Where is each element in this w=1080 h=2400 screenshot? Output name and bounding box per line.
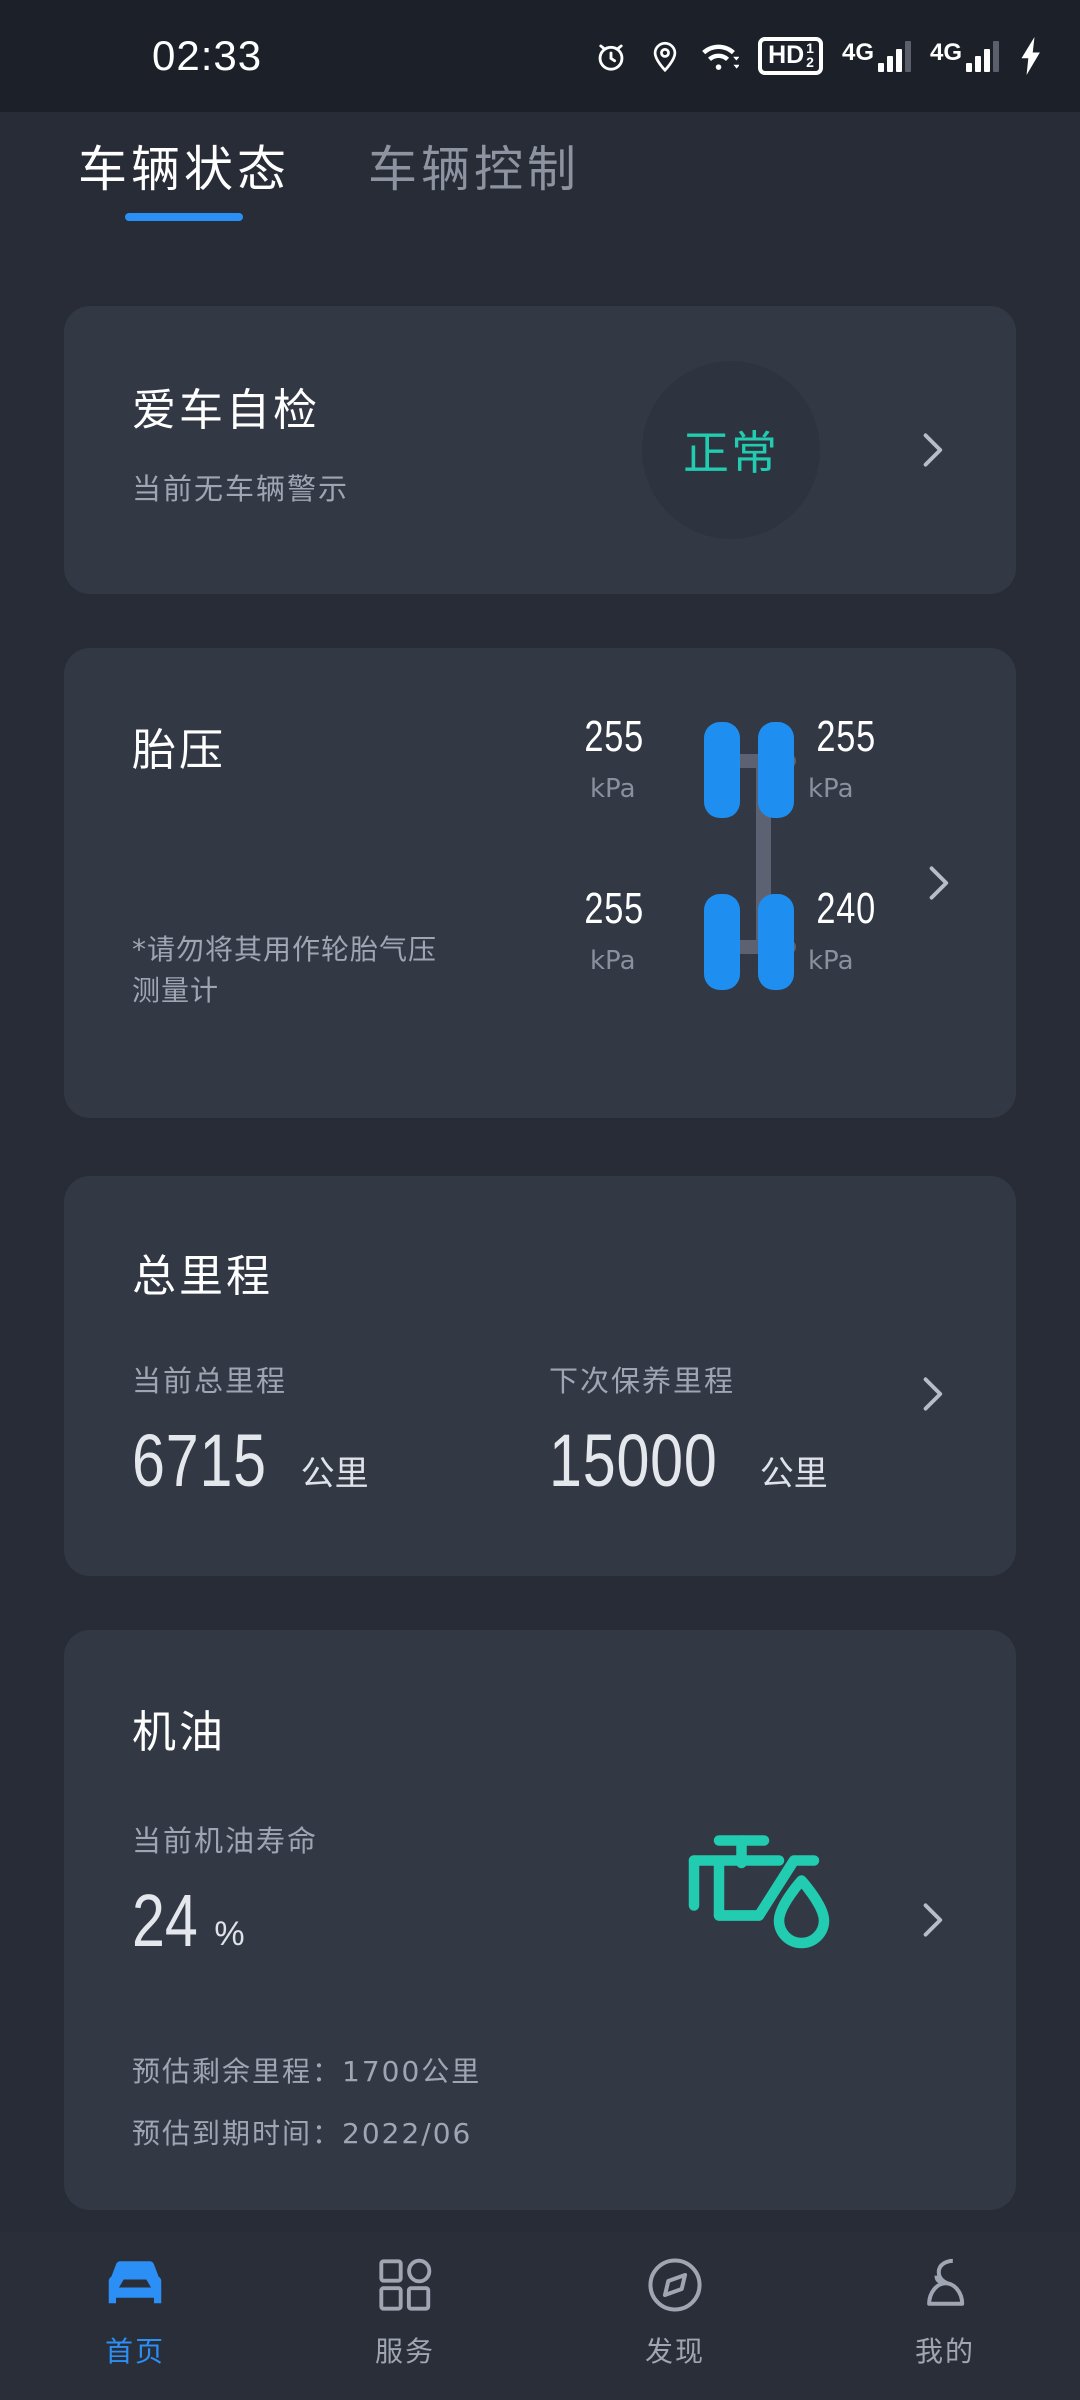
mileage-next-service-value: 15000 (549, 1419, 718, 1502)
mileage-title: 总里程 (132, 1251, 273, 1302)
mileage-next-service-block: 下次保养里程 15000 公里 (549, 1358, 828, 1502)
signal-4g-icon-1: 4G (842, 40, 911, 72)
status-bar: 02:33 HD 1 2 4G 4G (0, 0, 1080, 112)
nav-item-home[interactable]: 首页 (0, 2254, 270, 2370)
nav-item-profile[interactable]: 我的 (810, 2254, 1080, 2370)
compass-icon (646, 2254, 704, 2316)
oil-can-icon (684, 1818, 844, 1963)
mileage-current-value: 6715 (132, 1419, 267, 1502)
status-bar-icons: HD 1 2 4G 4G (593, 37, 1044, 75)
card-engine-oil[interactable]: 机油 当前机油寿命 24 % 预估剩余里程：1700公里 预估到期时间：2022… (64, 1630, 1016, 2210)
oil-chevron-right-icon[interactable] (910, 1898, 954, 1942)
mileage-chevron-right-icon[interactable] (910, 1372, 954, 1416)
mileage-next-service-unit: 公里 (759, 1453, 828, 1494)
card-self-check[interactable]: 爱车自检 当前无车辆警示 正常 (64, 306, 1016, 594)
oil-remaining-mileage: 预估剩余里程：1700公里 (132, 2055, 482, 2088)
card-total-mileage[interactable]: 总里程 当前总里程 6715 公里 下次保养里程 15000 公里 (64, 1176, 1016, 1576)
wifi-icon (701, 39, 740, 73)
tire-rear-right-value: 240 (816, 884, 877, 933)
tab-bar: 车辆状态 车辆控制 (0, 112, 1080, 224)
oil-title: 机油 (132, 1707, 226, 1758)
status-bar-clock: 02:33 (152, 32, 263, 79)
tab-active-underline (125, 212, 243, 221)
person-icon (918, 2254, 972, 2316)
tire-front-left-unit: kPa (590, 774, 636, 804)
tire-front-left (704, 722, 740, 818)
tire-rear-right (758, 894, 794, 990)
mileage-current-unit: 公里 (300, 1453, 369, 1494)
oil-life-value: 24 (132, 1879, 198, 1962)
oil-life-label: 当前机油寿命 (132, 1824, 319, 1858)
tire-pressure-note: *请勿将其用作轮胎气压测量计 (132, 933, 438, 1007)
card-tire-pressure[interactable]: 胎压 *请勿将其用作轮胎气压测量计 255 kPa 255 kPa 255 kP… (64, 648, 1016, 1118)
hd-volte-icon: HD 1 2 (758, 37, 823, 75)
tire-rear-left-value: 255 (584, 884, 645, 933)
status-badge-label: 正常 (683, 426, 779, 480)
tire-rear-left-unit: kPa (590, 946, 636, 976)
self-check-subtitle: 当前无车辆警示 (132, 472, 350, 506)
self-check-title: 爱车自检 (132, 385, 320, 436)
nav-item-discover[interactable]: 发现 (540, 2254, 810, 2370)
oil-life-value-row: 24 % (132, 1879, 245, 1962)
tire-rear-left (704, 894, 740, 990)
nav-item-service[interactable]: 服务 (270, 2254, 540, 2370)
nav-item-home-label: 首页 (104, 2335, 165, 2368)
nav-item-profile-label: 我的 (914, 2335, 975, 2368)
tire-pressure-chevron-right-icon[interactable] (916, 861, 960, 905)
tire-rear-right-unit: kPa (808, 946, 854, 976)
tire-front-left-value: 255 (584, 712, 645, 761)
tab-vehicle-status-label: 车辆状态 (78, 140, 291, 198)
nav-item-discover-label: 发现 (644, 2335, 705, 2368)
tab-vehicle-status[interactable]: 车辆状态 (78, 130, 291, 221)
alarm-clock-icon (593, 38, 629, 74)
oil-life-unit: % (214, 1914, 245, 1953)
charging-bolt-icon (1018, 37, 1044, 75)
mileage-current-label: 当前总里程 (132, 1364, 288, 1398)
tire-front-right-unit: kPa (808, 774, 854, 804)
tire-diagram: 255 kPa 255 kPa 255 kPa 240 kPa (584, 712, 914, 1018)
car-front-icon (104, 2254, 166, 2316)
app-screen: 02:33 HD 1 2 4G 4G 车辆状态 车辆控制 爱车自检 当前无车辆警… (0, 0, 1080, 2400)
tab-vehicle-control-label: 车辆控制 (368, 140, 581, 198)
mileage-current-block: 当前总里程 6715 公里 (132, 1358, 369, 1502)
grid-icon (377, 2254, 433, 2316)
signal-4g-icon-2: 4G (930, 40, 999, 72)
bottom-navigation-bar: 首页 服务 发现 我的 (0, 2232, 1080, 2400)
tab-vehicle-control[interactable]: 车辆控制 (368, 130, 580, 207)
nav-item-service-label: 服务 (374, 2335, 435, 2368)
location-pin-icon (648, 39, 682, 73)
self-check-chevron-right-icon[interactable] (910, 428, 954, 472)
tire-front-right (758, 722, 794, 818)
mileage-next-service-label: 下次保养里程 (549, 1364, 736, 1398)
tire-pressure-title: 胎压 (132, 725, 226, 776)
oil-expiry-date: 预估到期时间：2022/06 (132, 2117, 473, 2150)
tire-front-right-value: 255 (816, 712, 877, 761)
status-badge: 正常 (642, 361, 820, 539)
